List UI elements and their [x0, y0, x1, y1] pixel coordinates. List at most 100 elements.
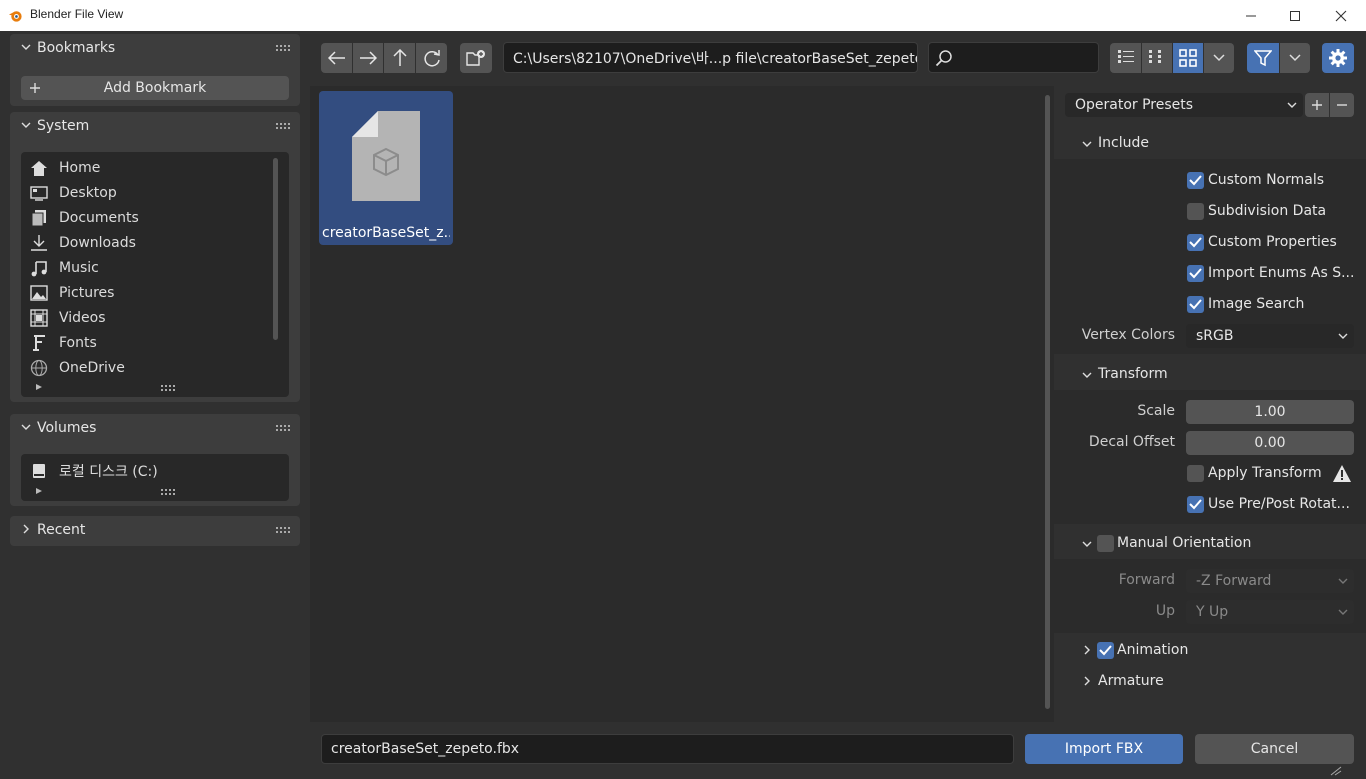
desktop-icon — [29, 183, 49, 203]
transform-section-header[interactable]: Transform — [1054, 359, 1366, 390]
add-preset-button[interactable] — [1305, 93, 1329, 117]
warning-icon — [1333, 465, 1351, 482]
resize-grip-icon[interactable] — [161, 385, 175, 391]
network-icon — [29, 358, 49, 378]
display-thumbnails-button[interactable] — [1173, 43, 1203, 73]
file-name: creatorBaseSet_z... — [322, 225, 450, 241]
chevron-down-icon — [1289, 54, 1301, 62]
filter-toggle-button[interactable] — [1247, 43, 1279, 73]
checkmark-icon — [1189, 499, 1202, 510]
up-label: Up — [1155, 603, 1175, 619]
add-bookmark-button[interactable]: Add Bookmark — [21, 76, 289, 100]
options-toggle-button[interactable] — [1322, 43, 1354, 73]
recent-title: Recent — [37, 522, 86, 538]
search-input[interactable] — [928, 42, 1099, 73]
animation-checkbox[interactable] — [1097, 642, 1114, 659]
expand-arrow-icon[interactable] — [35, 487, 43, 495]
decal-offset-label: Decal Offset — [1088, 434, 1175, 450]
system-panel: System Home Desktop Documents Downloads — [10, 112, 300, 402]
sidebar-item-label: Desktop — [59, 184, 117, 201]
parent-directory-button[interactable] — [384, 43, 415, 73]
animation-section-header[interactable]: Animation — [1054, 635, 1366, 666]
system-item-fonts[interactable]: Fonts — [29, 330, 97, 355]
system-item-pictures[interactable]: Pictures — [29, 280, 114, 305]
manual-orientation-header[interactable]: Manual Orientation — [1054, 528, 1366, 559]
import-fbx-button[interactable]: Import FBX — [1025, 734, 1183, 764]
animation-title: Animation — [1117, 642, 1189, 658]
use-prepost-rotation-checkbox[interactable] — [1187, 496, 1204, 513]
system-item-videos[interactable]: Videos — [29, 305, 106, 330]
use-prepost-rotation-label: Use Pre/Post Rotat... — [1208, 496, 1350, 512]
drag-grip-icon[interactable] — [276, 425, 290, 431]
chevron-right-icon — [23, 524, 29, 534]
system-item-downloads[interactable]: Downloads — [29, 230, 136, 255]
filter-settings-dropdown[interactable] — [1280, 43, 1310, 73]
maximize-icon — [1290, 10, 1300, 21]
resize-grip-icon[interactable] — [161, 489, 175, 495]
system-scrollbar[interactable] — [273, 158, 278, 340]
chevron-down-icon — [21, 122, 31, 128]
forward-value: -Z Forward — [1196, 573, 1272, 589]
system-item-desktop[interactable]: Desktop — [29, 180, 117, 205]
system-item-music[interactable]: Music — [29, 255, 99, 280]
image-search-checkbox[interactable] — [1187, 296, 1204, 313]
drag-grip-icon[interactable] — [276, 45, 290, 51]
scale-field[interactable]: 1.00 — [1186, 400, 1354, 424]
volumes-panel: Volumes 로컬 디스크 (C:) — [10, 414, 300, 506]
display-list-vertical-button[interactable] — [1110, 43, 1141, 73]
armature-section-header[interactable]: Armature — [1054, 666, 1366, 697]
system-item-home[interactable]: Home — [29, 155, 100, 180]
forward-button[interactable] — [353, 43, 383, 73]
minimize-button[interactable] — [1228, 0, 1274, 31]
file-list-scrollbar[interactable] — [1045, 95, 1050, 709]
include-section-header[interactable]: Include — [1054, 128, 1366, 159]
manual-orientation-checkbox[interactable] — [1097, 535, 1114, 552]
display-list-horizontal-button[interactable] — [1142, 43, 1172, 73]
armature-title: Armature — [1098, 673, 1164, 689]
vertex-colors-dropdown[interactable]: sRGB — [1186, 324, 1354, 348]
filename-input[interactable]: creatorBaseSet_zepeto.fbx — [321, 734, 1014, 764]
sidebar-item-label: OneDrive — [59, 359, 125, 376]
plus-icon — [30, 83, 40, 93]
pictures-icon — [29, 283, 49, 303]
custom-properties-checkbox[interactable] — [1187, 234, 1204, 251]
volumes-header[interactable]: Volumes — [10, 414, 300, 444]
include-title: Include — [1098, 135, 1149, 151]
up-dropdown[interactable]: Y Up — [1186, 600, 1354, 624]
refresh-button[interactable] — [416, 43, 447, 73]
system-header[interactable]: System — [10, 112, 300, 142]
back-button[interactable] — [321, 43, 352, 73]
file-item[interactable]: creatorBaseSet_z... — [319, 91, 453, 245]
display-settings-dropdown[interactable] — [1204, 43, 1234, 73]
volumes-list: 로컬 디스크 (C:) — [21, 454, 289, 501]
system-item-onedrive[interactable]: OneDrive — [29, 355, 125, 380]
apply-transform-checkbox[interactable] — [1187, 465, 1204, 482]
new-folder-button[interactable] — [460, 43, 492, 73]
directory-path-input[interactable]: C:\Users\82107\OneDrive\바...p file\creat… — [503, 42, 918, 73]
import-enums-checkbox[interactable] — [1187, 265, 1204, 282]
forward-label: Forward — [1118, 572, 1175, 588]
import-enums-label: Import Enums As S... — [1208, 265, 1355, 281]
volume-item-c[interactable]: 로컬 디스크 (C:) — [29, 458, 158, 483]
checkmark-icon — [1189, 237, 1202, 248]
cancel-button[interactable]: Cancel — [1195, 734, 1354, 764]
decal-offset-field[interactable]: 0.00 — [1186, 431, 1354, 455]
system-item-documents[interactable]: Documents — [29, 205, 139, 230]
up-value: Y Up — [1196, 604, 1229, 620]
resize-corner-icon[interactable] — [1330, 766, 1342, 776]
search-icon — [935, 49, 952, 66]
operator-presets-label: Operator Presets — [1075, 97, 1194, 113]
custom-normals-checkbox[interactable] — [1187, 172, 1204, 189]
subdivision-data-checkbox[interactable] — [1187, 203, 1204, 220]
forward-dropdown[interactable]: -Z Forward — [1186, 569, 1354, 593]
drag-grip-icon[interactable] — [276, 527, 290, 533]
bookmarks-header[interactable]: Bookmarks — [10, 34, 300, 64]
title-bar: Blender File View — [0, 0, 1366, 31]
drag-grip-icon[interactable] — [276, 123, 290, 129]
operator-presets-dropdown[interactable]: Operator Presets — [1065, 93, 1303, 117]
close-button[interactable] — [1318, 0, 1364, 31]
remove-preset-button[interactable] — [1330, 93, 1354, 117]
maximize-button[interactable] — [1272, 0, 1318, 31]
expand-arrow-icon[interactable] — [35, 383, 43, 391]
recent-header[interactable]: Recent — [10, 516, 300, 546]
